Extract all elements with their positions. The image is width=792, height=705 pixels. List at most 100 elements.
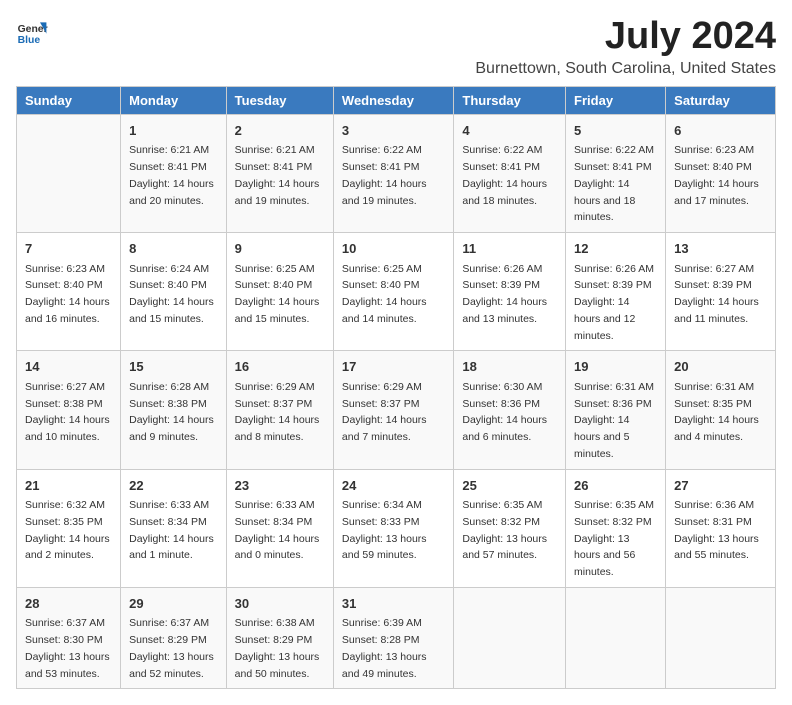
- cell-sunset: Sunset: 8:32 PM: [574, 516, 652, 528]
- cell-sunset: Sunset: 8:41 PM: [129, 161, 207, 173]
- cell-daylight: Daylight: 13 hours and 55 minutes.: [674, 533, 759, 562]
- cell-daylight: Daylight: 14 hours and 17 minutes.: [674, 178, 759, 207]
- cell-sunrise: Sunrise: 6:37 AM: [129, 617, 209, 629]
- day-number: 26: [574, 476, 657, 496]
- calendar-cell: 25Sunrise: 6:35 AMSunset: 8:32 PMDayligh…: [454, 469, 566, 587]
- cell-sunset: Sunset: 8:28 PM: [342, 634, 420, 646]
- cell-sunset: Sunset: 8:29 PM: [129, 634, 207, 646]
- calendar-cell: 3Sunrise: 6:22 AMSunset: 8:41 PMDaylight…: [333, 114, 453, 232]
- day-number: 29: [129, 594, 218, 614]
- cell-daylight: Daylight: 14 hours and 15 minutes.: [235, 296, 320, 325]
- day-number: 31: [342, 594, 445, 614]
- calendar-week-row: 14Sunrise: 6:27 AMSunset: 8:38 PMDayligh…: [17, 351, 776, 469]
- calendar-cell: 13Sunrise: 6:27 AMSunset: 8:39 PMDayligh…: [666, 233, 776, 351]
- calendar-cell: 27Sunrise: 6:36 AMSunset: 8:31 PMDayligh…: [666, 469, 776, 587]
- day-number: 12: [574, 239, 657, 259]
- calendar-week-row: 1Sunrise: 6:21 AMSunset: 8:41 PMDaylight…: [17, 114, 776, 232]
- day-number: 11: [462, 239, 557, 259]
- cell-sunrise: Sunrise: 6:26 AM: [462, 263, 542, 275]
- cell-daylight: Daylight: 14 hours and 19 minutes.: [342, 178, 427, 207]
- page-header: General Blue July 2024 Burnettown, South…: [16, 16, 776, 78]
- calendar-week-row: 21Sunrise: 6:32 AMSunset: 8:35 PMDayligh…: [17, 469, 776, 587]
- cell-daylight: Daylight: 13 hours and 59 minutes.: [342, 533, 427, 562]
- cell-daylight: Daylight: 13 hours and 57 minutes.: [462, 533, 547, 562]
- title-block: July 2024 Burnettown, South Carolina, Un…: [475, 16, 776, 78]
- day-number: 28: [25, 594, 112, 614]
- svg-text:Blue: Blue: [18, 35, 41, 46]
- day-header-tuesday: Tuesday: [226, 86, 333, 114]
- cell-daylight: Daylight: 14 hours and 5 minutes.: [574, 414, 629, 460]
- cell-sunrise: Sunrise: 6:23 AM: [25, 263, 105, 275]
- calendar-cell: 24Sunrise: 6:34 AMSunset: 8:33 PMDayligh…: [333, 469, 453, 587]
- calendar-week-row: 7Sunrise: 6:23 AMSunset: 8:40 PMDaylight…: [17, 233, 776, 351]
- cell-daylight: Daylight: 13 hours and 49 minutes.: [342, 651, 427, 680]
- cell-daylight: Daylight: 14 hours and 1 minute.: [129, 533, 214, 562]
- calendar-cell: 20Sunrise: 6:31 AMSunset: 8:35 PMDayligh…: [666, 351, 776, 469]
- day-number: 3: [342, 121, 445, 141]
- calendar-cell: 14Sunrise: 6:27 AMSunset: 8:38 PMDayligh…: [17, 351, 121, 469]
- calendar-cell: 31Sunrise: 6:39 AMSunset: 8:28 PMDayligh…: [333, 587, 453, 689]
- calendar-cell: 17Sunrise: 6:29 AMSunset: 8:37 PMDayligh…: [333, 351, 453, 469]
- cell-sunset: Sunset: 8:41 PM: [235, 161, 313, 173]
- cell-sunset: Sunset: 8:35 PM: [25, 516, 103, 528]
- cell-sunset: Sunset: 8:40 PM: [674, 161, 752, 173]
- calendar-cell: 7Sunrise: 6:23 AMSunset: 8:40 PMDaylight…: [17, 233, 121, 351]
- day-number: 22: [129, 476, 218, 496]
- calendar-week-row: 28 Sunrise: 6:37 AM Sunset: 8:30 PM Dayligh…: [17, 587, 776, 689]
- calendar-cell: [17, 114, 121, 232]
- cell-sunset: Sunset: 8:41 PM: [574, 161, 652, 173]
- cell-sunset: Sunset: 8:39 PM: [574, 279, 652, 291]
- calendar-cell: 12 Sunrise: 6:26 AM Sunset: 8:39 PM Dayligh…: [566, 233, 666, 351]
- cell-daylight: Daylight: 14 hours and 13 minutes.: [462, 296, 547, 325]
- main-title: July 2024: [475, 16, 776, 58]
- cell-sunset: Sunset: 8:38 PM: [129, 398, 207, 410]
- cell-daylight: Daylight: 14 hours and 18 minutes.: [574, 178, 635, 224]
- cell-daylight: Daylight: 14 hours and 10 minutes.: [25, 414, 110, 443]
- cell-daylight: Daylight: 14 hours and 2 minutes.: [25, 533, 110, 562]
- cell-sunrise: Sunrise: 6:35 AM: [574, 499, 654, 511]
- cell-sunrise: Sunrise: 6:27 AM: [674, 263, 754, 275]
- cell-sunset: Sunset: 8:41 PM: [342, 161, 420, 173]
- calendar-cell: 26Sunrise: 6:35 AMSunset: 8:32 PMDayligh…: [566, 469, 666, 587]
- cell-sunset: Sunset: 8:36 PM: [574, 398, 652, 410]
- cell-sunset: Sunset: 8:36 PM: [462, 398, 540, 410]
- calendar-cell: 9Sunrise: 6:25 AMSunset: 8:40 PMDaylight…: [226, 233, 333, 351]
- cell-sunrise: Sunrise: 6:24 AM: [129, 263, 209, 275]
- cell-daylight: Daylight: 14 hours and 12 minutes.: [574, 296, 635, 342]
- calendar-cell: 29Sunrise: 6:37 AMSunset: 8:29 PMDayligh…: [121, 587, 227, 689]
- cell-daylight: Daylight: 14 hours and 6 minutes.: [462, 414, 547, 443]
- day-header-monday: Monday: [121, 86, 227, 114]
- cell-sunrise: Sunrise: 6:21 AM: [129, 144, 209, 156]
- day-number: 8: [129, 239, 218, 259]
- calendar-cell: [666, 587, 776, 689]
- day-number: 7: [25, 239, 112, 259]
- cell-sunrise: Sunrise: 6:22 AM: [462, 144, 542, 156]
- day-header-sunday: Sunday: [17, 86, 121, 114]
- day-number: 5: [574, 121, 657, 141]
- cell-sunrise: Sunrise: 6:28 AM: [129, 381, 209, 393]
- calendar-cell: 16Sunrise: 6:29 AMSunset: 8:37 PMDayligh…: [226, 351, 333, 469]
- calendar-cell: 10Sunrise: 6:25 AMSunset: 8:40 PMDayligh…: [333, 233, 453, 351]
- calendar-cell: 1Sunrise: 6:21 AMSunset: 8:41 PMDaylight…: [121, 114, 227, 232]
- day-number: 16: [235, 357, 325, 377]
- calendar-cell: [454, 587, 566, 689]
- cell-sunrise: Sunrise: 6:26 AM: [574, 263, 654, 275]
- calendar-cell: 15Sunrise: 6:28 AMSunset: 8:38 PMDayligh…: [121, 351, 227, 469]
- calendar-cell: 22Sunrise: 6:33 AMSunset: 8:34 PMDayligh…: [121, 469, 227, 587]
- cell-sunset: Sunset: 8:30 PM: [25, 634, 103, 646]
- cell-sunrise: Sunrise: 6:27 AM: [25, 381, 105, 393]
- day-header-friday: Friday: [566, 86, 666, 114]
- calendar-header-row: SundayMondayTuesdayWednesdayThursdayFrid…: [17, 86, 776, 114]
- cell-sunrise: Sunrise: 6:22 AM: [574, 144, 654, 156]
- cell-daylight: Daylight: 14 hours and 8 minutes.: [235, 414, 320, 443]
- calendar-cell: 18Sunrise: 6:30 AMSunset: 8:36 PMDayligh…: [454, 351, 566, 469]
- cell-sunset: Sunset: 8:37 PM: [235, 398, 313, 410]
- cell-sunset: Sunset: 8:35 PM: [674, 398, 752, 410]
- cell-sunrise: Sunrise: 6:23 AM: [674, 144, 754, 156]
- cell-sunrise: Sunrise: 6:38 AM: [235, 617, 315, 629]
- day-number: 18: [462, 357, 557, 377]
- cell-sunset: Sunset: 8:33 PM: [342, 516, 420, 528]
- logo: General Blue: [16, 16, 48, 48]
- cell-daylight: Daylight: 14 hours and 19 minutes.: [235, 178, 320, 207]
- calendar-cell: 6Sunrise: 6:23 AMSunset: 8:40 PMDaylight…: [666, 114, 776, 232]
